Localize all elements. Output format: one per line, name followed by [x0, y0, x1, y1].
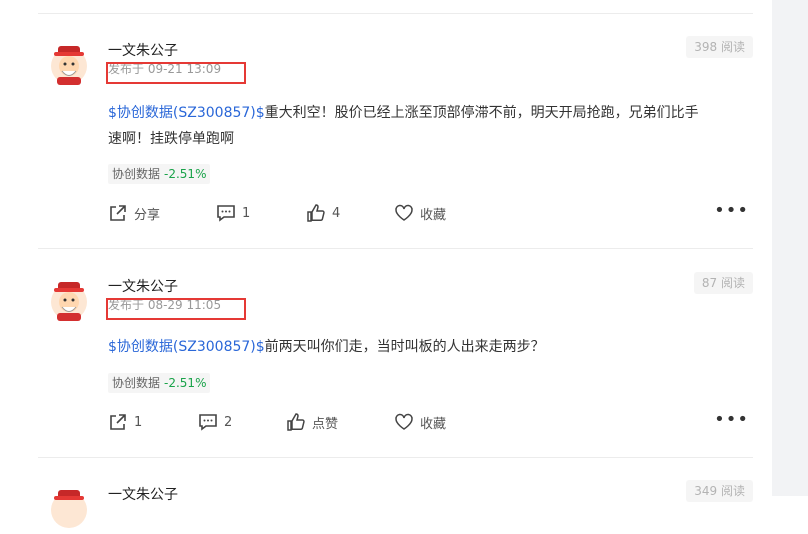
favorite-label: 收藏 — [420, 416, 447, 432]
stock-tag[interactable]: 协创数据 -2.51% — [108, 164, 211, 184]
thumbs-up-icon — [307, 204, 325, 222]
share-count: 1 — [134, 414, 143, 430]
stock-link[interactable]: $协创数据(SZ300857)$ — [108, 105, 265, 121]
views-badge: 398 阅读 — [686, 36, 753, 58]
comment-count: 1 — [242, 205, 251, 221]
favorite-button[interactable]: 收藏 — [394, 411, 446, 433]
post-content[interactable]: $协创数据(SZ300857)$前两天叫你们走，当时叫板的人出来走两步？ — [108, 334, 758, 360]
share-label: 分享 — [134, 207, 161, 223]
views-badge: 349 阅读 — [686, 480, 753, 502]
heart-icon — [395, 413, 413, 430]
share-button[interactable]: 分享 — [108, 202, 160, 224]
comment-button[interactable]: 1 — [216, 202, 250, 224]
comment-icon — [199, 414, 217, 431]
favorite-label: 收藏 — [420, 207, 447, 223]
stock-tag[interactable]: 协创数据 -2.51% — [108, 373, 211, 393]
post-feed: 一文朱公子 398 阅读 发布于 09-21 13:09 $协创数据(SZ300… — [38, 0, 753, 528]
post-text-line1: 重大利空！股价已经上涨至顶部停滞不前，明天开局抢跑，兄弟们比手 — [264, 105, 699, 121]
post-actions: 分享 1 4 收藏 ••• — [108, 202, 753, 224]
share-icon — [110, 205, 126, 221]
like-count: 4 — [332, 205, 341, 221]
avatar[interactable] — [48, 280, 90, 322]
date-highlight-box — [106, 298, 246, 320]
stock-tag-name: 协创数据 — [112, 376, 161, 390]
post-text-line2: 速啊！挂跌停单跑啊 — [108, 131, 234, 147]
share-button[interactable]: 1 — [108, 411, 142, 433]
more-dots-icon[interactable]: ••• — [714, 411, 749, 429]
author-name[interactable]: 一文朱公子 — [108, 276, 178, 296]
avatar[interactable] — [48, 44, 90, 86]
like-button[interactable]: 点赞 — [286, 411, 338, 433]
like-button[interactable]: 4 — [306, 202, 340, 224]
like-label: 点赞 — [312, 416, 339, 432]
divider — [38, 13, 753, 14]
favorite-button[interactable]: 收藏 — [394, 202, 446, 224]
divider — [38, 248, 753, 249]
author-name[interactable]: 一文朱公子 — [108, 484, 178, 504]
date-highlight-box — [106, 62, 246, 84]
comment-button[interactable]: 2 — [198, 411, 232, 433]
right-rail — [772, 0, 808, 496]
views-badge: 87 阅读 — [693, 272, 753, 294]
stock-link[interactable]: $协创数据(SZ300857)$ — [108, 339, 265, 355]
stock-tag-change: -2.51% — [164, 167, 207, 181]
stock-tag-change: -2.51% — [164, 376, 207, 390]
stock-tag-name: 协创数据 — [112, 167, 161, 181]
comment-icon — [217, 205, 235, 222]
divider — [38, 457, 753, 458]
post-actions: 1 2 点赞 收藏 ••• — [108, 411, 753, 433]
avatar[interactable] — [48, 488, 90, 530]
heart-icon — [395, 204, 413, 221]
more-dots-icon[interactable]: ••• — [714, 202, 749, 220]
post-content[interactable]: $协创数据(SZ300857)$重大利空！股价已经上涨至顶部停滞不前，明天开局抢… — [108, 100, 758, 152]
comment-count: 2 — [224, 414, 233, 430]
post-text-line1: 前两天叫你们走，当时叫板的人出来走两步？ — [264, 339, 545, 355]
share-icon — [110, 414, 126, 430]
thumbs-up-icon — [287, 413, 305, 431]
author-name[interactable]: 一文朱公子 — [108, 40, 178, 60]
